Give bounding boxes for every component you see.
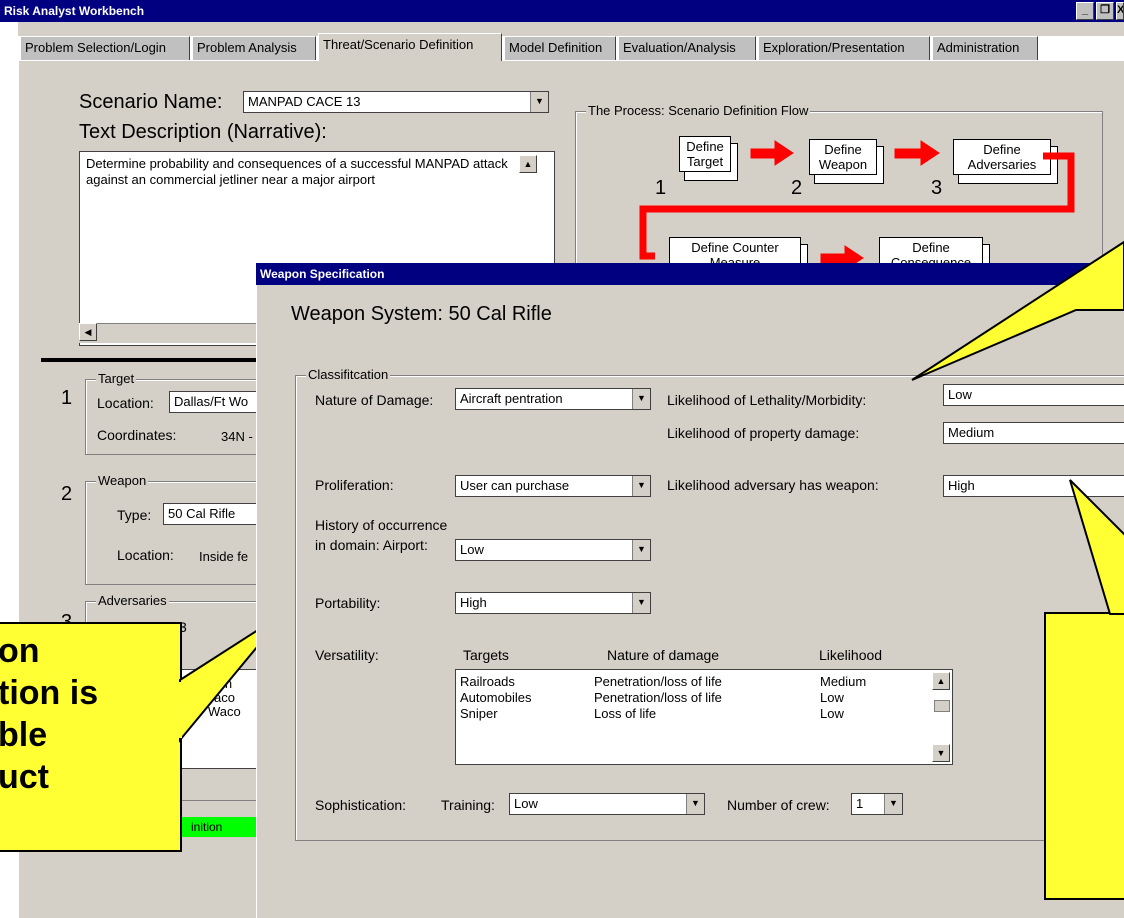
history-select[interactable]: Low ▼	[455, 539, 651, 561]
weapon-type-label: Type:	[117, 507, 152, 523]
scroll-up-icon[interactable]: ▲	[932, 672, 950, 690]
section-number-target: 1	[61, 387, 73, 409]
property-damage-value: Medium	[948, 425, 995, 440]
versatility-list[interactable]: Railroads Penetration/loss of life Mediu…	[455, 669, 953, 765]
minimize-icon[interactable]: _	[1076, 2, 1094, 20]
scroll-thumb[interactable]	[934, 700, 950, 712]
callout-line-4: uct	[0, 758, 49, 796]
chevron-down-icon[interactable]: ▼	[632, 476, 650, 496]
flow-arrow-2-head	[920, 140, 940, 166]
scroll-left-icon[interactable]: ◀	[79, 323, 97, 341]
training-select[interactable]: Low ▼	[509, 793, 705, 815]
target-caption: Target	[96, 371, 137, 386]
versatility-likelihood[interactable]: Medium	[820, 674, 866, 689]
training-value: Low	[514, 796, 538, 811]
callout-line-1: on	[0, 632, 40, 670]
versatility-header-nature: Nature of damage	[607, 647, 720, 663]
chevron-down-icon[interactable]: ▼	[884, 794, 902, 814]
versatility-label: Versatility:	[315, 647, 379, 663]
property-damage-label: Likelihood of property damage:	[667, 425, 860, 441]
versatility-nature[interactable]: Penetration/loss of life	[594, 674, 722, 689]
weapon-location-label: Location:	[117, 547, 174, 563]
has-weapon-value: High	[948, 478, 975, 493]
chevron-down-icon[interactable]: ▼	[632, 593, 650, 613]
property-damage-select[interactable]: Medium	[943, 422, 1124, 444]
versatility-nature[interactable]: Penetration/loss of life	[594, 690, 722, 705]
versatility-target[interactable]: Railroads	[460, 674, 515, 689]
portability-label: Portability:	[315, 595, 381, 611]
left-callout: on tion is ble uct	[0, 622, 182, 852]
divider	[41, 358, 263, 362]
tab-problem-selection[interactable]: Problem Selection/Login	[20, 36, 190, 60]
versatility-target[interactable]: Sniper	[460, 706, 498, 721]
flow-arrow-1	[750, 148, 778, 159]
crew-select[interactable]: 1 ▼	[851, 793, 903, 815]
flow-arrow-2	[894, 148, 924, 159]
dialog-title: Weapon Specification	[260, 267, 385, 281]
callout-line-2: tion is	[0, 674, 99, 712]
app-title: Risk Analyst Workbench	[4, 4, 145, 18]
portability-value: High	[460, 595, 487, 610]
adversaries-caption: Adversaries	[96, 593, 169, 608]
flow-arrow-4	[820, 253, 848, 264]
tab-problem-analysis[interactable]: Problem Analysis	[192, 36, 316, 60]
tab-model-definition[interactable]: Model Definition	[504, 36, 616, 60]
proliferation-value: User can purchase	[460, 478, 570, 493]
chevron-down-icon[interactable]: ▼	[632, 389, 650, 409]
nature-of-damage-label: Nature of Damage:	[315, 392, 434, 408]
window-controls: _ ❐ X	[1076, 2, 1124, 20]
versatility-likelihood[interactable]: Low	[820, 706, 844, 721]
maximize-icon[interactable]: ❐	[1096, 2, 1114, 20]
crew-label: Number of crew:	[727, 797, 830, 813]
bottom-right-callout-pointer	[1069, 479, 1124, 615]
lethality-label: Likelihood of Lethality/Morbidity:	[667, 392, 867, 408]
scroll-down-icon[interactable]: ▼	[932, 744, 950, 762]
chevron-down-icon[interactable]: ▼	[686, 794, 704, 814]
horizontal-scrollbar[interactable]	[79, 323, 279, 343]
weapon-location-value: Inside fe	[199, 549, 249, 564]
section-number-weapon: 2	[61, 483, 73, 505]
nature-of-damage-value: Aircraft pentration	[460, 391, 563, 406]
weapon-group: Weapon	[85, 473, 275, 585]
bottom-right-callout	[1044, 612, 1124, 900]
weapon-caption: Weapon	[96, 473, 149, 488]
proliferation-label: Proliferation:	[315, 477, 394, 493]
classification-group: Classifitcation	[295, 367, 1124, 841]
proliferation-select[interactable]: User can purchase ▼	[455, 475, 651, 497]
versatility-target[interactable]: Automobiles	[460, 690, 532, 705]
callout-line-3: ble	[0, 716, 48, 754]
versatility-likelihood[interactable]: Low	[820, 690, 844, 705]
close-icon[interactable]: X	[1116, 2, 1124, 20]
history-label-line-1: History of occurrence	[315, 517, 448, 533]
status-text: inition	[191, 820, 223, 834]
versatility-header-likelihood: Likelihood	[819, 647, 883, 663]
tab-administration[interactable]: Administration	[932, 36, 1038, 60]
target-coords-label: Coordinates:	[97, 427, 177, 443]
tabstrip-bg	[18, 22, 1124, 36]
target-location-label: Location:	[97, 395, 154, 411]
tab-exploration-presentation[interactable]: Exploration/Presentation	[758, 36, 930, 60]
crew-value: 1	[856, 796, 864, 811]
sophistication-label: Sophistication:	[315, 797, 407, 813]
classification-caption: Classifitcation	[306, 367, 391, 382]
history-label-line-2: in domain: Airport:	[315, 537, 428, 553]
nature-of-damage-select[interactable]: Aircraft pentration ▼	[455, 388, 651, 410]
tab-threat-scenario[interactable]: Threat/Scenario Definition	[318, 33, 502, 61]
top-right-callout	[911, 240, 1124, 381]
target-location-value: Dallas/Ft Wo	[174, 394, 249, 409]
has-weapon-label: Likelihood adversary has weapon:	[667, 477, 879, 493]
chevron-down-icon[interactable]: ▼	[632, 540, 650, 560]
weapon-system-heading: Weapon System: 50 Cal Rifle	[291, 303, 552, 325]
flow-arrow-1-head	[774, 140, 794, 166]
tab-evaluation-analysis[interactable]: Evaluation/Analysis	[618, 36, 756, 60]
training-label: Training:	[441, 797, 495, 813]
weapon-type-value: 50 Cal Rifle	[168, 506, 236, 521]
versatility-nature[interactable]: Loss of life	[594, 706, 656, 721]
app-titlebar: Risk Analyst Workbench _ ❐ X	[0, 0, 1124, 22]
history-value: Low	[460, 542, 484, 557]
portability-select[interactable]: High ▼	[455, 592, 651, 614]
versatility-header-targets: Targets	[463, 647, 509, 663]
